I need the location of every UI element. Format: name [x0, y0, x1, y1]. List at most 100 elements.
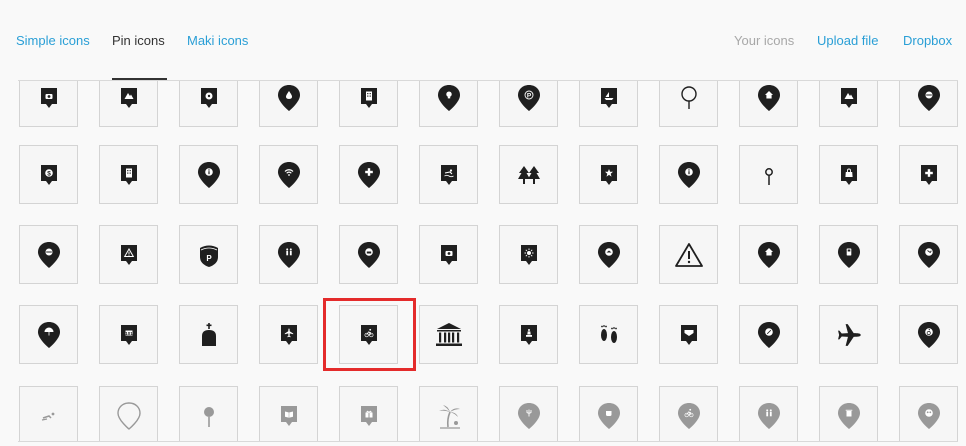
icon-cell[interactable]	[419, 145, 478, 204]
circle-line-pin-icon	[37, 241, 60, 268]
small-circle-pin-icon	[764, 167, 773, 185]
icon-cell[interactable]	[579, 386, 638, 441]
icon-cell[interactable]: P	[499, 81, 558, 127]
empty-pin-icon	[116, 401, 141, 430]
icon-cell[interactable]	[659, 386, 718, 441]
soccer-pin-icon	[200, 87, 217, 108]
icon-cell[interactable]	[179, 305, 238, 364]
statue-pin-icon	[520, 324, 537, 345]
icon-cell[interactable]	[659, 81, 718, 127]
bicycle-pin-icon	[360, 324, 377, 345]
tab-simple-icons[interactable]: Simple icons	[16, 33, 90, 48]
parking-pin-icon: P	[517, 84, 540, 111]
icon-cell[interactable]	[99, 225, 158, 284]
icon-cell[interactable]	[499, 305, 558, 364]
icon-cell[interactable]	[99, 81, 158, 127]
icon-cell[interactable]	[899, 225, 958, 284]
icon-cell[interactable]	[339, 81, 398, 127]
icon-cell[interactable]: P	[179, 225, 238, 284]
icon-cell[interactable]	[19, 81, 78, 127]
wifi-pin-icon	[277, 161, 300, 188]
icon-cell[interactable]	[739, 305, 798, 364]
icon-cell[interactable]	[659, 225, 718, 284]
icon-cell[interactable]	[739, 386, 798, 441]
icon-cell[interactable]: 101	[99, 305, 158, 364]
icon-cell[interactable]	[419, 305, 478, 364]
toilets-pin-icon	[757, 402, 780, 429]
icon-grid[interactable]: P $ P 101	[0, 81, 966, 441]
icon-cell[interactable]	[739, 145, 798, 204]
upload-file-link[interactable]: Upload file	[817, 33, 878, 48]
icon-cell[interactable]	[259, 386, 318, 441]
icon-cell[interactable]	[819, 225, 878, 284]
icon-cell[interactable]	[19, 305, 78, 364]
icon-cell[interactable]	[179, 386, 238, 441]
icon-cell[interactable]	[259, 145, 318, 204]
icon-cell[interactable]	[659, 145, 718, 204]
airplane-icon	[837, 323, 861, 346]
lightbulb-pin-icon	[437, 84, 460, 111]
icon-cell[interactable]	[99, 145, 158, 204]
mountain-pin-icon	[120, 87, 137, 108]
wheelchair-pin-icon	[917, 321, 940, 348]
icon-cell[interactable]	[819, 305, 878, 364]
fork-pin-icon	[517, 402, 540, 429]
icon-cell[interactable]	[739, 225, 798, 284]
icon-cell[interactable]	[99, 386, 158, 441]
tab-your-icons[interactable]: Your icons	[734, 33, 794, 48]
shopping-bag-pin-icon	[840, 164, 857, 185]
restroom-pin-icon	[277, 241, 300, 268]
warning-triangle-icon	[674, 242, 703, 267]
icon-cell[interactable]	[419, 386, 478, 441]
icon-cell[interactable]	[739, 81, 798, 127]
svg-text:101: 101	[125, 330, 133, 335]
icon-cell[interactable]	[19, 386, 78, 441]
icon-cell[interactable]	[339, 305, 398, 364]
icon-cell[interactable]	[819, 145, 878, 204]
icon-cell[interactable]	[499, 386, 558, 441]
gift-pin-icon	[360, 405, 377, 426]
tab-maki-icons[interactable]: Maki icons	[187, 33, 248, 48]
cinema-pin-icon: 101	[120, 324, 137, 345]
icon-cell[interactable]	[899, 145, 958, 204]
info-pin-icon	[197, 161, 220, 188]
icon-cell[interactable]	[819, 386, 878, 441]
swimming-pin-icon	[440, 164, 457, 185]
home-pin-icon	[757, 241, 780, 268]
run-pin-icon	[917, 241, 940, 268]
icon-cell[interactable]	[259, 225, 318, 284]
icon-cell[interactable]	[899, 305, 958, 364]
icon-cell[interactable]	[659, 305, 718, 364]
beach-icon	[438, 404, 460, 429]
dropbox-link[interactable]: Dropbox	[903, 33, 952, 48]
airport-pin-icon	[280, 324, 297, 345]
phone-pin-icon	[917, 84, 940, 111]
icon-cell[interactable]	[899, 81, 958, 127]
icon-cell[interactable]	[579, 225, 638, 284]
icon-cell[interactable]: $	[19, 145, 78, 204]
icon-cell[interactable]	[19, 225, 78, 284]
book-pin-icon	[280, 405, 297, 426]
icon-cell[interactable]	[579, 81, 638, 127]
icon-cell[interactable]	[899, 386, 958, 441]
sun-pin-icon	[520, 244, 537, 265]
icon-cell[interactable]	[499, 145, 558, 204]
people-pin-icon	[917, 402, 940, 429]
icon-cell[interactable]	[419, 225, 478, 284]
icon-cell[interactable]	[419, 81, 478, 127]
icon-cell[interactable]	[259, 81, 318, 127]
leaf-pin-icon	[757, 321, 780, 348]
icon-cell[interactable]	[499, 225, 558, 284]
icon-cell[interactable]	[339, 225, 398, 284]
icon-cell[interactable]	[179, 145, 238, 204]
water-drop-pin-icon	[277, 84, 300, 111]
icon-cell[interactable]	[339, 386, 398, 441]
icon-cell[interactable]	[259, 305, 318, 364]
icon-cell[interactable]	[579, 305, 638, 364]
icon-cell[interactable]	[339, 145, 398, 204]
tab-pin-icons[interactable]: Pin icons	[112, 33, 165, 48]
icon-cell[interactable]	[579, 145, 638, 204]
icon-cell[interactable]	[179, 81, 238, 127]
icon-cell[interactable]	[819, 81, 878, 127]
trash-pin-icon	[837, 402, 860, 429]
